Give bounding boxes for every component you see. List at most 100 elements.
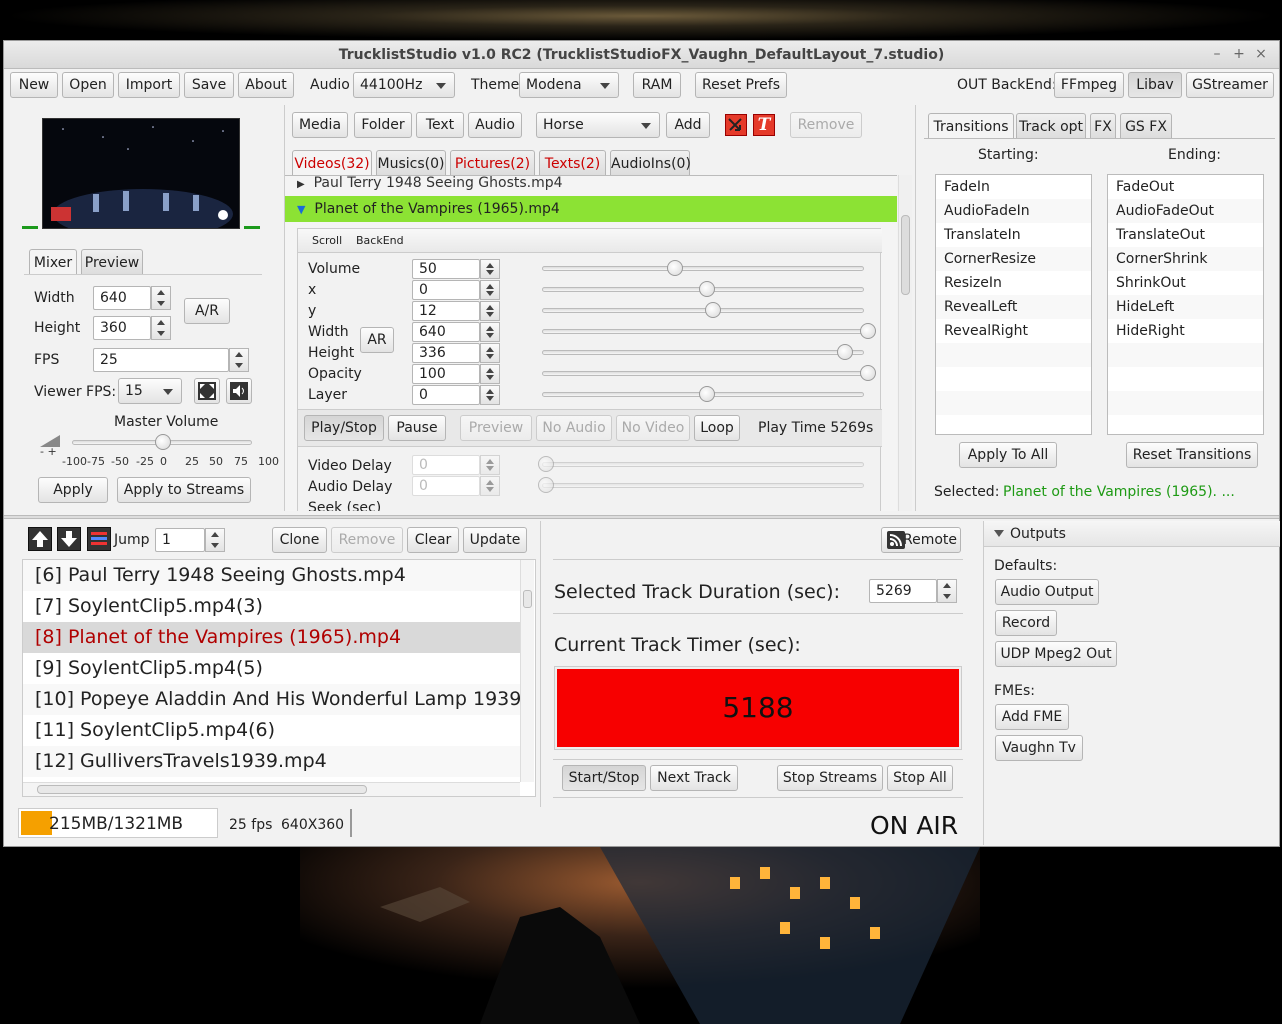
add-button[interactable]: Add [666,112,710,138]
playlist-item[interactable]: [8] Planet of the Vampires (1965).mp4 [23,622,520,653]
audio-delay-thumb[interactable] [538,477,554,493]
fps-stepper[interactable] [229,348,249,372]
tab-backend[interactable]: BackEnd [356,234,404,247]
source-select[interactable]: Horse [536,112,660,138]
playlist-vertical-scrollbar[interactable] [520,560,534,782]
ending-transition-item[interactable]: ShrinkOut [1108,271,1263,295]
property-slider-thumb[interactable] [860,365,876,381]
property-field[interactable]: 50 [412,259,480,279]
audio-delay-field[interactable]: 0 [412,476,480,496]
scrollbar-thumb[interactable] [37,785,367,794]
playlist-item[interactable]: [10] Popeye Aladdin And His Wonderful La… [23,684,520,715]
playlist[interactable]: [6] Paul Terry 1948 Seeing Ghosts.mp4 [7]… [22,559,536,797]
playlist-item[interactable]: [9] SoylentClip5.mp4(5) [23,653,520,684]
property-slider-thumb[interactable] [699,281,715,297]
height-field[interactable]: 360 [93,316,151,340]
ending-transition-item[interactable]: HideRight [1108,319,1263,343]
theme-select[interactable]: Modena [519,72,619,98]
no-video-button[interactable]: No Video [616,415,690,441]
width-field[interactable]: 640 [93,286,151,310]
minimize-icon[interactable]: – [1208,45,1226,63]
apply-button[interactable]: Apply [38,477,108,503]
apply-to-streams-button[interactable]: Apply to Streams [117,477,251,503]
video-delay-thumb[interactable] [538,456,554,472]
ending-transition-item[interactable] [1108,367,1263,391]
no-audio-button[interactable]: No Audio [536,415,612,441]
media-button[interactable]: Media [292,112,348,138]
property-field[interactable]: 0 [412,385,480,405]
starting-transition-item[interactable]: FadeIn [936,175,1091,199]
libav-button[interactable]: Libav [1128,72,1182,98]
remove-track-button[interactable]: Remove [331,527,403,553]
starting-transitions-list[interactable]: FadeIn AudioFadeIn TranslateIn CornerResize… [935,174,1092,435]
property-slider-thumb[interactable] [837,344,853,360]
outputs-header[interactable]: Outputs [984,521,1280,547]
text-style-icon[interactable]: T [753,114,775,136]
playlist-item[interactable]: [12] GulliversTravels1939.mp4 [23,746,520,777]
starting-transition-item[interactable]: ResizeIn [936,271,1091,295]
property-slider-track[interactable] [542,350,864,355]
tab-pictures[interactable]: Pictures(2) [450,150,535,176]
udp-mpeg2-button[interactable]: UDP Mpeg2 Out [995,641,1117,667]
ending-transitions-list[interactable]: FadeOut AudioFadeOut TranslateOut CornerShr… [1107,174,1264,435]
fullscreen-button[interactable] [194,378,220,404]
property-field[interactable]: 640 [412,322,480,342]
tab-gs-fx[interactable]: GS FX [1120,113,1172,139]
playlist-horizontal-scrollbar[interactable] [23,782,520,796]
split-divider[interactable] [4,515,1279,519]
ar-lock-button[interactable]: AR [360,327,394,353]
starting-transition-item[interactable]: TranslateIn [936,223,1091,247]
play-stop-button[interactable]: Play/Stop [304,415,384,441]
starting-transition-item[interactable]: RevealLeft [936,295,1091,319]
start-stop-button[interactable]: Start/Stop [562,765,646,791]
starting-transition-item[interactable]: AudioFadeIn [936,199,1091,223]
playlist-item[interactable]: [7] SoylentClip5.mp4(3) [23,591,520,622]
property-slider-thumb[interactable] [860,323,876,339]
tab-fx[interactable]: FX [1090,113,1116,139]
close-icon[interactable]: × [1252,45,1270,63]
pause-button[interactable]: Pause [388,415,446,441]
video-delay-track[interactable] [542,462,864,467]
duration-field[interactable]: 5269 [869,579,937,603]
property-slider-thumb[interactable] [705,302,721,318]
property-stepper[interactable] [480,301,500,321]
reset-prefs-button[interactable]: Reset Prefs [695,72,787,98]
speaker-button[interactable] [226,378,252,404]
tab-mixer[interactable]: Mixer [29,249,77,275]
viewer-fps-select[interactable]: 15 [118,378,182,404]
preview-button[interactable]: Preview [460,415,532,441]
property-stepper[interactable] [480,364,500,384]
stop-streams-button[interactable]: Stop Streams [777,765,883,791]
property-slider-track[interactable] [542,329,864,334]
ending-transition-item[interactable]: CornerShrink [1108,247,1263,271]
next-track-button[interactable]: Next Track [650,765,738,791]
ending-transition-item[interactable]: FadeOut [1108,175,1263,199]
tab-musics[interactable]: Musics(0) [376,150,446,176]
jump-field[interactable]: 1 [155,528,205,552]
duration-stepper[interactable] [937,579,957,603]
playlist-item[interactable]: [6] Paul Terry 1948 Seeing Ghosts.mp4 [23,560,520,591]
open-button[interactable]: Open [62,72,114,98]
ram-button[interactable]: RAM [633,72,681,98]
audio-delay-stepper[interactable] [480,476,500,496]
ending-transition-item[interactable]: HideLeft [1108,295,1263,319]
tab-texts[interactable]: Texts(2) [539,150,606,176]
property-field[interactable]: 336 [412,343,480,363]
apply-to-all-button[interactable]: Apply To All [959,442,1057,468]
update-button[interactable]: Update [463,527,527,553]
list-item[interactable]: ▶ Paul Terry 1948 Seeing Ghosts.mp4 [297,176,897,194]
aspect-ratio-button[interactable]: A/R [184,298,230,324]
property-slider-track[interactable] [542,266,864,271]
about-button[interactable]: About [238,72,294,98]
clear-button[interactable]: Clear [407,527,459,553]
preview-video[interactable] [42,118,240,229]
fps-field[interactable]: 25 [93,348,229,372]
starting-transition-item[interactable] [936,343,1091,367]
gstreamer-button[interactable]: GStreamer [1186,72,1274,98]
property-field[interactable]: 100 [412,364,480,384]
scrollbar-thumb[interactable] [901,215,910,295]
remove-media-button[interactable]: Remove [790,112,862,138]
reset-transitions-button[interactable]: Reset Transitions [1126,442,1258,468]
ending-transition-item[interactable] [1108,343,1263,367]
property-stepper[interactable] [480,343,500,363]
